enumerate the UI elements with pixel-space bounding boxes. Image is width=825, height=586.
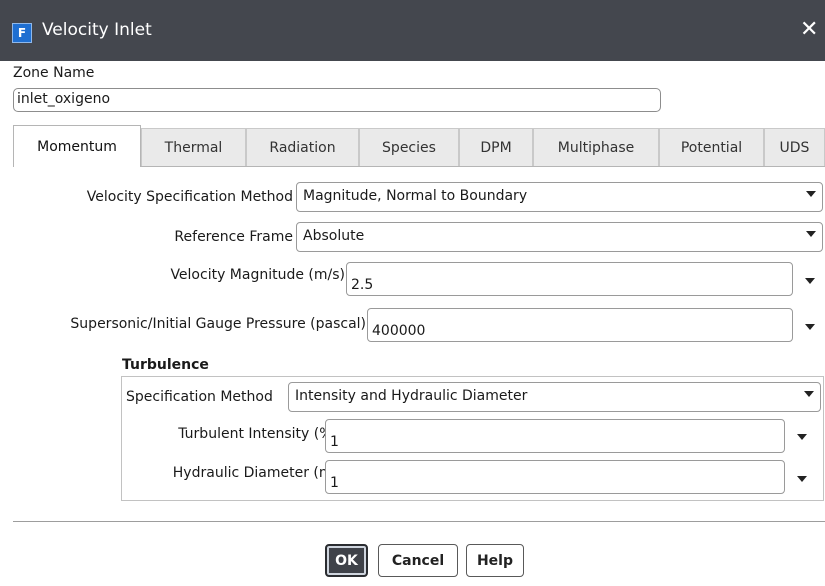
turbulence-spec-label: Specification Method — [126, 389, 273, 405]
velocity-spec-select[interactable]: Magnitude, Normal to Boundary — [296, 182, 823, 212]
turbulent-intensity-input[interactable]: 1 — [325, 419, 785, 453]
hydraulic-diameter-input[interactable]: 1 — [325, 460, 785, 494]
tab-uds[interactable]: UDS — [764, 128, 825, 166]
tab-thermal[interactable]: Thermal — [141, 128, 246, 166]
ok-button[interactable]: OK — [325, 544, 368, 577]
cancel-button[interactable]: Cancel — [378, 544, 458, 577]
title-bar: F Velocity Inlet ✕ — [0, 0, 825, 61]
turbulent-intensity-label: Turbulent Intensity (%) — [178, 426, 338, 442]
footer-divider — [13, 521, 825, 522]
zone-name-input[interactable]: inlet_oxigeno — [13, 88, 661, 112]
close-icon[interactable]: ✕ — [800, 17, 818, 43]
velocity-spec-label: Velocity Specification Method — [86, 189, 293, 205]
tab-momentum[interactable]: Momentum — [13, 125, 141, 167]
chevron-down-icon — [804, 391, 814, 397]
window-title: Velocity Inlet — [42, 20, 152, 40]
tab-bar: Momentum Thermal Radiation Species DPM M… — [13, 125, 825, 167]
fluent-app-icon: F — [12, 23, 32, 43]
gauge-pressure-label: Supersonic/Initial Gauge Pressure (pasca… — [70, 316, 366, 332]
zone-name-label: Zone Name — [13, 65, 95, 81]
turbulence-group-title: Turbulence — [122, 357, 209, 373]
chevron-down-icon — [806, 191, 816, 197]
help-button[interactable]: Help — [466, 544, 524, 577]
tab-dpm[interactable]: DPM — [459, 128, 533, 166]
gauge-pressure-input[interactable]: 400000 — [367, 308, 793, 342]
turbulence-spec-value: Intensity and Hydraulic Diameter — [295, 388, 528, 404]
tab-potential[interactable]: Potential — [659, 128, 764, 166]
tab-radiation[interactable]: Radiation — [246, 128, 359, 166]
tab-species[interactable]: Species — [359, 128, 459, 166]
tab-multiphase[interactable]: Multiphase — [533, 128, 659, 166]
chevron-down-icon — [806, 231, 816, 237]
velocity-magnitude-label: Velocity Magnitude (m/s) — [170, 267, 345, 283]
parameter-dropdown-icon[interactable] — [797, 434, 807, 440]
reference-frame-select[interactable]: Absolute — [296, 222, 823, 252]
parameter-dropdown-icon[interactable] — [805, 324, 815, 330]
velocity-spec-value: Magnitude, Normal to Boundary — [303, 188, 528, 204]
reference-frame-value: Absolute — [303, 228, 365, 244]
parameter-dropdown-icon[interactable] — [797, 476, 807, 482]
velocity-magnitude-input[interactable]: 2.5 — [346, 262, 793, 296]
hydraulic-diameter-label: Hydraulic Diameter (m) — [172, 465, 338, 481]
reference-frame-label: Reference Frame — [174, 229, 293, 245]
turbulence-spec-select[interactable]: Intensity and Hydraulic Diameter — [288, 382, 821, 412]
parameter-dropdown-icon[interactable] — [805, 278, 815, 284]
